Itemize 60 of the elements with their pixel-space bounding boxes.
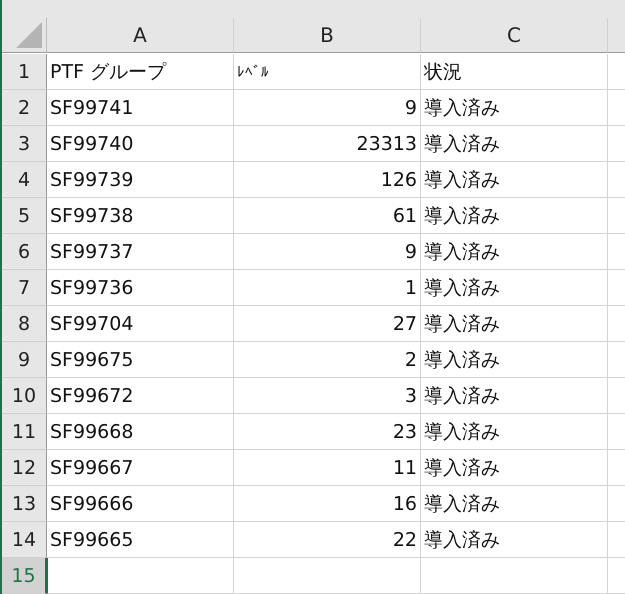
table-cell: 導入済み	[421, 414, 608, 450]
table-cell: ﾚﾍﾞﾙ	[234, 54, 421, 90]
table-cell: SF99740	[47, 126, 234, 162]
table-cell: SF99675	[47, 342, 234, 378]
table-cell: SF99704	[47, 306, 234, 342]
table-cell: SF99739	[47, 162, 234, 198]
table-cell: 導入済み	[421, 450, 608, 486]
table-cell: SF99665	[47, 522, 234, 558]
table-cell: 9	[234, 234, 421, 270]
table-cell: 27	[234, 306, 421, 342]
table-cell: 16	[234, 486, 421, 522]
table-cell: 9	[234, 90, 421, 126]
table-cell: SF99738	[47, 198, 234, 234]
table-cell: 23	[234, 414, 421, 450]
table-cell: 状況	[421, 54, 608, 90]
table-cell: 導入済み	[421, 522, 608, 558]
row-header[interactable]: 11	[2, 414, 47, 450]
table-cell: SF99736	[47, 270, 234, 306]
row-header[interactable]: 3	[2, 126, 47, 162]
row-header[interactable]: 7	[2, 270, 47, 306]
table-cell: SF99666	[47, 486, 234, 522]
column-header[interactable]: A	[47, 18, 234, 53]
table-cell: 22	[234, 522, 421, 558]
table-cell: 61	[234, 198, 421, 234]
table-cell: SF99737	[47, 234, 234, 270]
table-cell: PTF グループ	[47, 54, 234, 90]
column-header[interactable]: B	[234, 18, 421, 53]
table-cell: 導入済み	[421, 378, 608, 414]
table-cell: 11	[234, 450, 421, 486]
row-header[interactable]: 9	[2, 342, 47, 378]
row-header[interactable]: 14	[2, 522, 47, 558]
table-cell: 1	[234, 270, 421, 306]
row-header[interactable]: 2	[2, 90, 47, 126]
row-header[interactable]: 8	[2, 306, 47, 342]
table-cell: 導入済み	[421, 198, 608, 234]
table-cell: 導入済み	[421, 486, 608, 522]
row-header[interactable]: 13	[2, 486, 47, 522]
row-header[interactable]: 6	[2, 234, 47, 270]
table-cell: 23313	[234, 126, 421, 162]
column-header[interactable]: C	[421, 18, 608, 53]
table-cell: SF99667	[47, 450, 234, 486]
table-cell: 126	[234, 162, 421, 198]
row-header[interactable]: 12	[2, 450, 47, 486]
table-cell: 導入済み	[421, 90, 608, 126]
table-cell: 導入済み	[421, 234, 608, 270]
table-cell: SF99672	[47, 378, 234, 414]
table-cell: SF99668	[47, 414, 234, 450]
row-header[interactable]: 15	[2, 558, 47, 594]
table-cell: 3	[234, 378, 421, 414]
table-cell: 導入済み	[421, 126, 608, 162]
table-cell: 導入済み	[421, 270, 608, 306]
table-cell: 2	[234, 342, 421, 378]
table-cell: 導入済み	[421, 162, 608, 198]
row-header[interactable]: 10	[2, 378, 47, 414]
table-cell: 導入済み	[421, 306, 608, 342]
table-cell: SF99741	[47, 90, 234, 126]
row-header[interactable]: 1	[2, 54, 47, 90]
table-cell: 導入済み	[421, 342, 608, 378]
row-header[interactable]: 4	[2, 162, 47, 198]
row-header[interactable]: 5	[2, 198, 47, 234]
